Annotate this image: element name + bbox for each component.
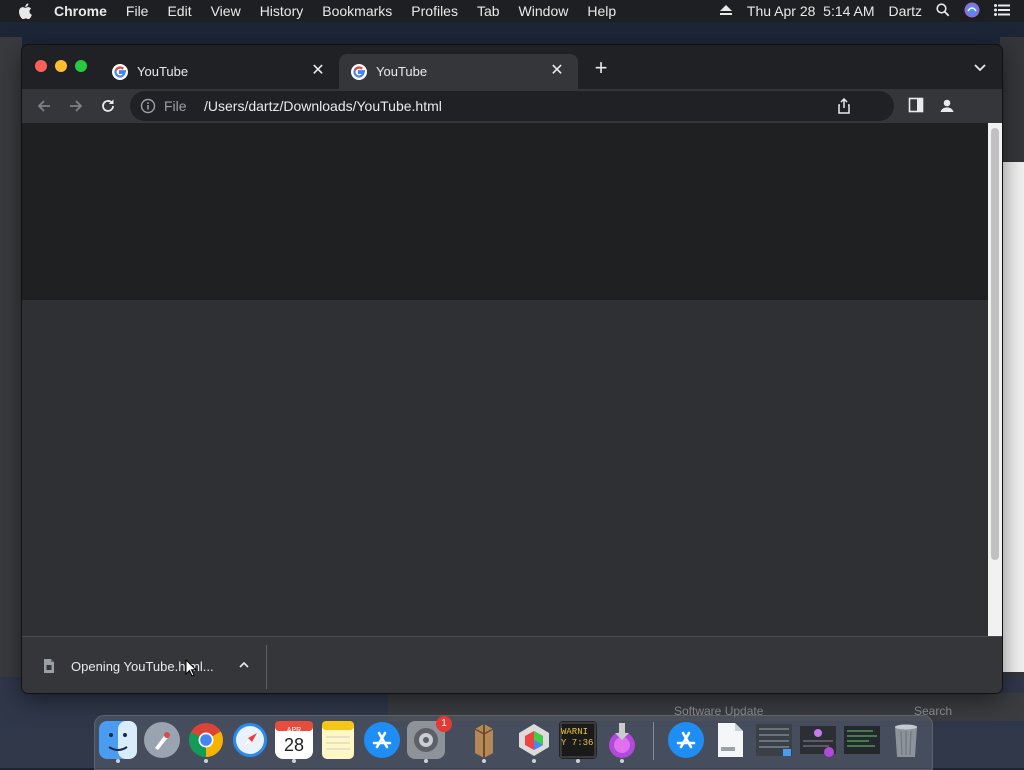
site-info-icon[interactable] [140, 98, 156, 114]
menu-profiles[interactable]: Profiles [411, 3, 458, 19]
tab-youtube-1[interactable]: YouTube ✕ [100, 54, 339, 89]
screenshot-thumbnail-2-icon[interactable] [798, 720, 838, 760]
mouse-cursor-icon [185, 659, 197, 677]
running-indicator [292, 759, 296, 763]
running-indicator [204, 759, 208, 763]
notes-icon[interactable] [318, 720, 358, 760]
url-text[interactable]: /Users/dartz/Downloads/YouTube.html [204, 98, 442, 114]
share-icon[interactable] [836, 98, 852, 114]
calendar-icon[interactable]: APR 28 [274, 720, 314, 763]
menu-bar: Chrome File Edit View History Bookmarks … [0, 0, 1024, 22]
dock-separator [653, 722, 654, 760]
tab-title: YouTube [137, 64, 189, 79]
download-shelf: Opening YouTube.html... [22, 636, 1002, 693]
tab-close-icon[interactable]: ✕ [548, 62, 566, 80]
url-scheme-label: File [164, 98, 187, 114]
menu-edit[interactable]: Edit [167, 3, 191, 19]
installer-icon[interactable] [602, 720, 642, 763]
menu-view[interactable]: View [211, 3, 241, 19]
running-indicator [424, 759, 428, 763]
tab-strip: YouTube ✕ YouTube ✕ + [22, 45, 1002, 89]
tab-title: YouTube [376, 64, 428, 79]
console-icon[interactable]: WARNI Y 7:36 [558, 720, 598, 763]
menu-window[interactable]: Window [519, 3, 569, 19]
screenshot-thumbnail-3-icon[interactable] [842, 720, 882, 760]
dock: APR 28 1 WARNI Y 7:36 [94, 715, 933, 770]
toolbar: File /Users/dartz/Downloads/YouTube.html [22, 89, 1002, 123]
menu-bookmarks[interactable]: Bookmarks [322, 3, 392, 19]
spotlight-search-icon[interactable] [936, 2, 950, 20]
siri-icon[interactable] [964, 2, 980, 21]
download-item[interactable]: Opening YouTube.html... [42, 653, 266, 679]
console-text: WARNI Y 7:36 [561, 727, 594, 748]
menu-history[interactable]: History [260, 3, 304, 19]
background-window-canvas [1002, 162, 1024, 672]
reload-icon[interactable] [98, 96, 118, 116]
zoom-window-button[interactable] [75, 60, 87, 72]
close-window-button[interactable] [35, 60, 47, 72]
chrome-icon[interactable] [186, 720, 226, 763]
tab-search-chevron-icon[interactable] [972, 61, 988, 75]
control-center-icon[interactable] [994, 3, 1010, 19]
address-bar[interactable]: File /Users/dartz/Downloads/YouTube.html [130, 91, 894, 121]
archive-utility-icon[interactable] [464, 720, 504, 763]
download-separator [266, 645, 267, 689]
system-preferences-icon[interactable]: 1 [406, 716, 452, 763]
side-panel-icon[interactable] [908, 97, 924, 113]
finder-icon[interactable] [98, 720, 138, 763]
menu-chrome[interactable]: Chrome [54, 3, 107, 19]
menu-help[interactable]: Help [587, 3, 616, 19]
tab-youtube-2[interactable]: YouTube ✕ [339, 54, 578, 89]
calendar-month: APR [286, 727, 302, 734]
launchpad-icon[interactable] [142, 720, 182, 760]
file-icon [44, 659, 54, 673]
menu-tab[interactable]: Tab [477, 3, 500, 19]
clock[interactable]: Thu Apr 28 5:14 AM [747, 3, 875, 19]
back-arrow-icon[interactable] [34, 96, 54, 116]
page-header-band [22, 123, 988, 300]
chrome-window: YouTube ✕ YouTube ✕ + File /Users/dartz/… [22, 45, 1002, 693]
safari-icon[interactable] [230, 720, 270, 760]
screenshot-thumbnail-1-icon[interactable] [754, 720, 794, 760]
running-indicator [620, 759, 624, 763]
colorsync-icon[interactable] [514, 720, 554, 763]
google-icon [351, 63, 367, 80]
apple-menu-icon[interactable] [18, 3, 38, 19]
html-file-icon[interactable] [710, 720, 750, 760]
running-indicator [482, 759, 486, 763]
chevron-up-icon[interactable] [237, 658, 251, 672]
google-icon [112, 63, 128, 80]
tab-close-icon[interactable]: ✕ [309, 62, 327, 80]
background-window-left [0, 37, 22, 677]
scrollbar-thumb[interactable] [991, 128, 999, 560]
background-window-right [1000, 37, 1024, 677]
running-indicator [116, 759, 120, 763]
forward-arrow-icon[interactable] [66, 96, 86, 116]
page-content [22, 123, 988, 636]
running-indicator [532, 759, 536, 763]
notification-badge: 1 [436, 716, 452, 732]
running-indicator [576, 759, 580, 763]
calendar-day: 28 [283, 735, 305, 755]
app-store-download-icon[interactable] [666, 720, 706, 760]
profile-avatar-icon[interactable] [936, 95, 958, 117]
app-store-icon[interactable] [362, 720, 402, 760]
minimize-window-button[interactable] [55, 60, 67, 72]
user-name[interactable]: Dartz [889, 3, 922, 19]
eject-icon[interactable] [719, 3, 733, 19]
trash-icon[interactable] [886, 720, 926, 760]
new-tab-button[interactable]: + [592, 57, 610, 79]
menu-file[interactable]: File [126, 3, 149, 19]
